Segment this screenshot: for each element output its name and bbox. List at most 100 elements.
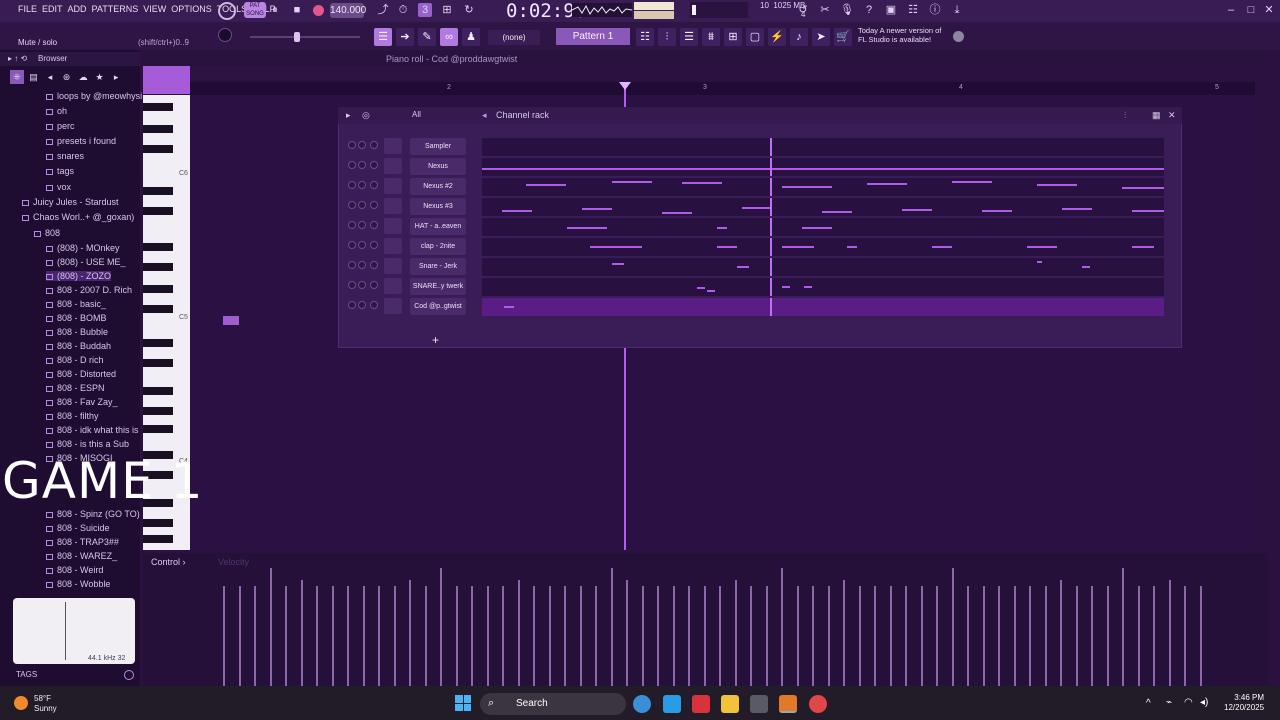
- channel-row[interactable]: HAT - a..eaven: [344, 218, 1166, 236]
- channel-pattern-lane[interactable]: [482, 218, 1164, 236]
- mixer-icon[interactable]: ☷: [906, 3, 920, 17]
- start-icon[interactable]: [455, 695, 471, 711]
- pattern-note[interactable]: [1082, 266, 1090, 268]
- velocity-bar[interactable]: [859, 586, 861, 686]
- velocity-bar[interactable]: [812, 586, 814, 686]
- browser-item[interactable]: oh: [46, 106, 67, 116]
- tempo-tap-icon[interactable]: ♪: [790, 28, 808, 46]
- mixer-button-icon[interactable]: ☷: [636, 28, 654, 46]
- velocity-bar[interactable]: [967, 586, 969, 686]
- mixer-track-slot[interactable]: [384, 138, 402, 154]
- pattern-note[interactable]: [1132, 246, 1154, 248]
- rack-graph-icon[interactable]: ⫶: [1124, 110, 1126, 121]
- channel-pattern-lane[interactable]: [482, 258, 1164, 276]
- pattern-note[interactable]: [802, 227, 832, 229]
- link-icon[interactable]: ∞: [440, 28, 458, 46]
- store-icon[interactable]: [750, 695, 768, 713]
- velocity-bar[interactable]: [952, 568, 954, 686]
- piano-note[interactable]: [223, 316, 239, 325]
- chrome-icon[interactable]: [809, 695, 827, 713]
- channel-name-button[interactable]: Sampler: [410, 138, 466, 155]
- cut-icon[interactable]: ✂: [818, 3, 832, 17]
- undo-icon[interactable]: ↺: [796, 3, 810, 17]
- pattern-note[interactable]: [662, 212, 692, 214]
- channel-row[interactable]: Cod @p..gtwist: [344, 298, 1166, 316]
- channel-knob[interactable]: [358, 261, 366, 269]
- plug-icon[interactable]: ⚡: [768, 28, 786, 46]
- channel-row[interactable]: Sampler: [344, 138, 1166, 156]
- save-icon[interactable]: ▣: [884, 3, 898, 17]
- pattern-note[interactable]: [582, 208, 612, 210]
- globe-icon[interactable]: [953, 31, 964, 42]
- close-icon[interactable]: ✕: [1262, 3, 1276, 17]
- mixer-track-slot[interactable]: [384, 198, 402, 214]
- news-panel[interactable]: Today A newer version of FL Studio is av…: [858, 26, 941, 44]
- velocity-bar[interactable]: [1153, 586, 1155, 686]
- channel-row[interactable]: SNARE..y twerk: [344, 278, 1166, 296]
- velocity-bar[interactable]: [254, 586, 256, 686]
- velocity-bar[interactable]: [347, 586, 349, 686]
- velocity-bar[interactable]: [316, 586, 318, 686]
- pattern-note[interactable]: [737, 266, 749, 268]
- browser-item[interactable]: 808 - Distorted: [46, 369, 116, 379]
- velocity-bar[interactable]: [750, 586, 752, 686]
- channel-knob[interactable]: [348, 201, 356, 209]
- plugin-picker-icon[interactable]: ⊞: [724, 28, 742, 46]
- browser-item[interactable]: 808 - BOMB: [46, 313, 107, 323]
- velocity-bar[interactable]: [223, 586, 225, 686]
- timeline-ruler[interactable]: 2 3 4 5: [190, 82, 1255, 95]
- velocity-bar[interactable]: [766, 586, 768, 686]
- channel-knob[interactable]: [348, 281, 356, 289]
- browser-item[interactable]: Chaos Worl..+ @_goxan): [22, 212, 134, 222]
- channel-pattern-lane[interactable]: [482, 138, 1164, 156]
- velocity-bar[interactable]: [363, 586, 365, 686]
- mixer-track-slot[interactable]: [384, 218, 402, 234]
- channel-name-button[interactable]: Nexus: [410, 158, 466, 175]
- menu-edit[interactable]: EDIT: [42, 4, 63, 14]
- channel-knob[interactable]: [358, 301, 366, 309]
- channel-row[interactable]: Snare - Jerk: [344, 258, 1166, 276]
- browser-item[interactable]: 808 - filthy: [46, 411, 99, 421]
- pattern-note[interactable]: [1037, 261, 1042, 263]
- pattern-note[interactable]: [1037, 184, 1077, 186]
- loop-record-icon[interactable]: ↻: [462, 3, 476, 17]
- channel-row[interactable]: Nexus: [344, 158, 1166, 176]
- mic-icon[interactable]: 🎙: [840, 3, 854, 17]
- channel-knob[interactable]: [370, 201, 378, 209]
- tags-search-icon[interactable]: [124, 670, 134, 680]
- pattern-note[interactable]: [822, 211, 852, 213]
- step-edit-icon[interactable]: ⊞: [440, 3, 454, 17]
- rack-filter[interactable]: All: [412, 110, 421, 119]
- pattern-note[interactable]: [717, 246, 737, 248]
- menu-patterns[interactable]: PATTERNS: [92, 4, 139, 14]
- channel-knob[interactable]: [358, 141, 366, 149]
- velocity-bar[interactable]: [1014, 586, 1016, 686]
- menu-view[interactable]: VIEW: [143, 4, 166, 14]
- minimize-icon[interactable]: –: [1224, 3, 1238, 17]
- browser-item[interactable]: 808 - WAREZ_: [46, 551, 117, 561]
- pattern-note[interactable]: [782, 186, 832, 188]
- weather-sun-icon[interactable]: [14, 696, 28, 710]
- velocity-bar[interactable]: [611, 568, 613, 686]
- velocity-bar[interactable]: [642, 586, 644, 686]
- velocity-bar[interactable]: [797, 586, 799, 686]
- velocity-bar[interactable]: [239, 586, 241, 686]
- velocity-bar[interactable]: [456, 586, 458, 686]
- velocity-bar[interactable]: [502, 586, 504, 686]
- volume-slider-handle[interactable]: [294, 32, 300, 42]
- master-pitch-knob[interactable]: [218, 28, 232, 42]
- control-label[interactable]: Control › Velocity: [151, 557, 249, 567]
- velocity-bar[interactable]: [332, 586, 334, 686]
- mixer-track-slot[interactable]: [384, 178, 402, 194]
- browser-arrows-icon[interactable]: ▸ ↑ ⟲: [8, 54, 27, 63]
- cart-icon[interactable]: 🛒: [834, 28, 852, 46]
- velocity-bar[interactable]: [1091, 586, 1093, 686]
- velocity-bar[interactable]: [688, 586, 690, 686]
- menu-add[interactable]: ADD: [68, 4, 87, 14]
- pattern-note[interactable]: [782, 286, 790, 288]
- stamp-icon[interactable]: ♟: [462, 28, 480, 46]
- download-icon[interactable]: ⤓: [950, 3, 964, 17]
- velocity-bar[interactable]: [533, 586, 535, 686]
- pattern-note[interactable]: [717, 227, 727, 229]
- browser-item[interactable]: 808 - Buddah: [46, 341, 111, 351]
